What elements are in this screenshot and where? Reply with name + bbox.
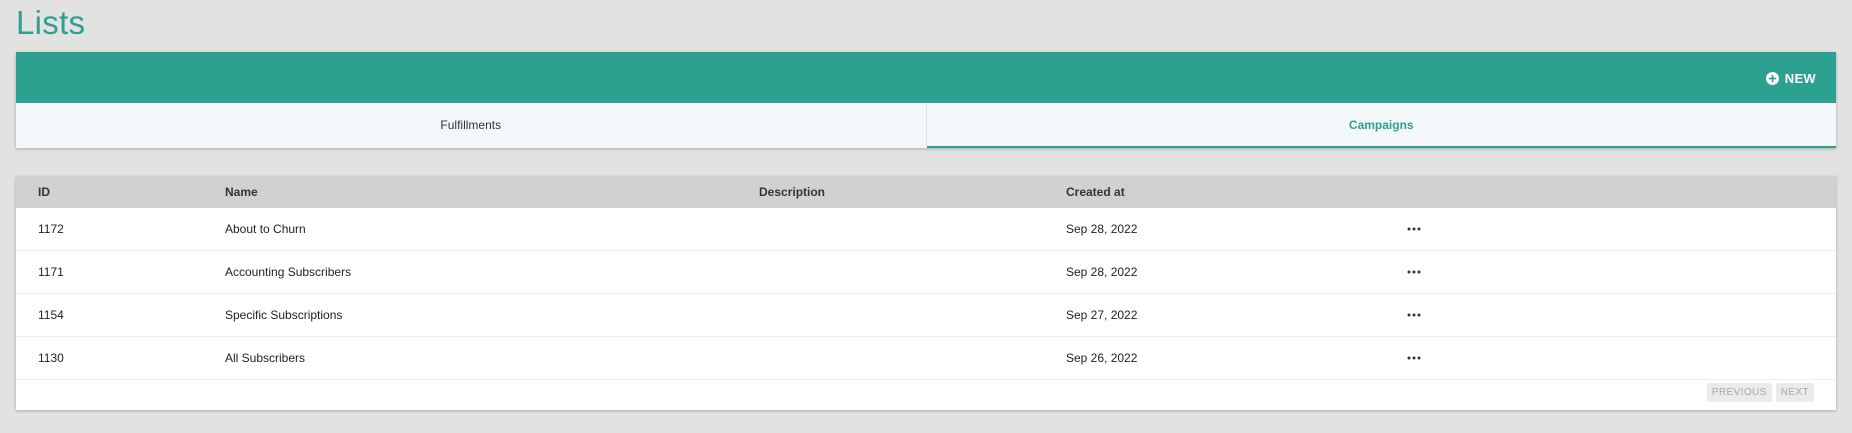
row-name: Specific Subscriptions: [225, 308, 343, 322]
more-horizontal-icon[interactable]: [1407, 312, 1421, 318]
column-header-created-at[interactable]: Created at: [1066, 185, 1125, 199]
row-created-at: Sep 28, 2022: [1066, 222, 1138, 236]
tab-fulfillments[interactable]: Fulfillments: [16, 103, 927, 148]
header-bar: NEW: [16, 52, 1836, 103]
more-horizontal-icon[interactable]: [1407, 226, 1421, 232]
row-id: 1154: [38, 308, 64, 322]
table-header: ID Name Description Created at: [16, 176, 1836, 208]
plus-circle-icon: [1765, 71, 1779, 85]
table-row[interactable]: 1171 Accounting Subscribers Sep 28, 2022: [16, 251, 1836, 294]
column-header-description[interactable]: Description: [759, 185, 825, 199]
table-row[interactable]: 1130 All Subscribers Sep 26, 2022: [16, 337, 1836, 380]
new-button-label: NEW: [1784, 70, 1816, 86]
row-name: About to Churn: [225, 222, 306, 236]
new-list-button[interactable]: NEW: [1765, 67, 1816, 89]
row-created-at: Sep 26, 2022: [1066, 351, 1138, 365]
tab-campaigns[interactable]: Campaigns: [926, 103, 1836, 148]
row-id: 1171: [38, 265, 64, 279]
next-page-button[interactable]: NEXT: [1775, 383, 1814, 402]
row-id: 1130: [38, 351, 64, 365]
row-name: All Subscribers: [225, 351, 306, 365]
more-horizontal-icon[interactable]: [1407, 355, 1421, 361]
row-name: Accounting Subscribers: [225, 265, 352, 279]
column-header-name[interactable]: Name: [225, 185, 258, 199]
more-horizontal-icon[interactable]: [1407, 269, 1421, 275]
page-title: Lists: [16, 4, 86, 41]
lists-page: Lists NEW Fulfillments Campaigns ID Name…: [0, 0, 1852, 433]
table-row[interactable]: 1154 Specific Subscriptions Sep 27, 2022: [16, 294, 1836, 337]
column-header-id[interactable]: ID: [38, 185, 50, 199]
row-id: 1172: [38, 222, 64, 236]
list-type-tabs: Fulfillments Campaigns: [16, 103, 1836, 148]
pagination: PREVIOUS NEXT: [1706, 383, 1814, 402]
lists-table: ID Name Description Created at 1172 Abou…: [16, 176, 1836, 410]
row-created-at: Sep 28, 2022: [1066, 265, 1138, 279]
previous-page-button[interactable]: PREVIOUS: [1706, 383, 1772, 402]
lists-header-card: NEW Fulfillments Campaigns: [16, 52, 1836, 148]
row-created-at: Sep 27, 2022: [1066, 308, 1138, 322]
table-row[interactable]: 1172 About to Churn Sep 28, 2022: [16, 208, 1836, 251]
